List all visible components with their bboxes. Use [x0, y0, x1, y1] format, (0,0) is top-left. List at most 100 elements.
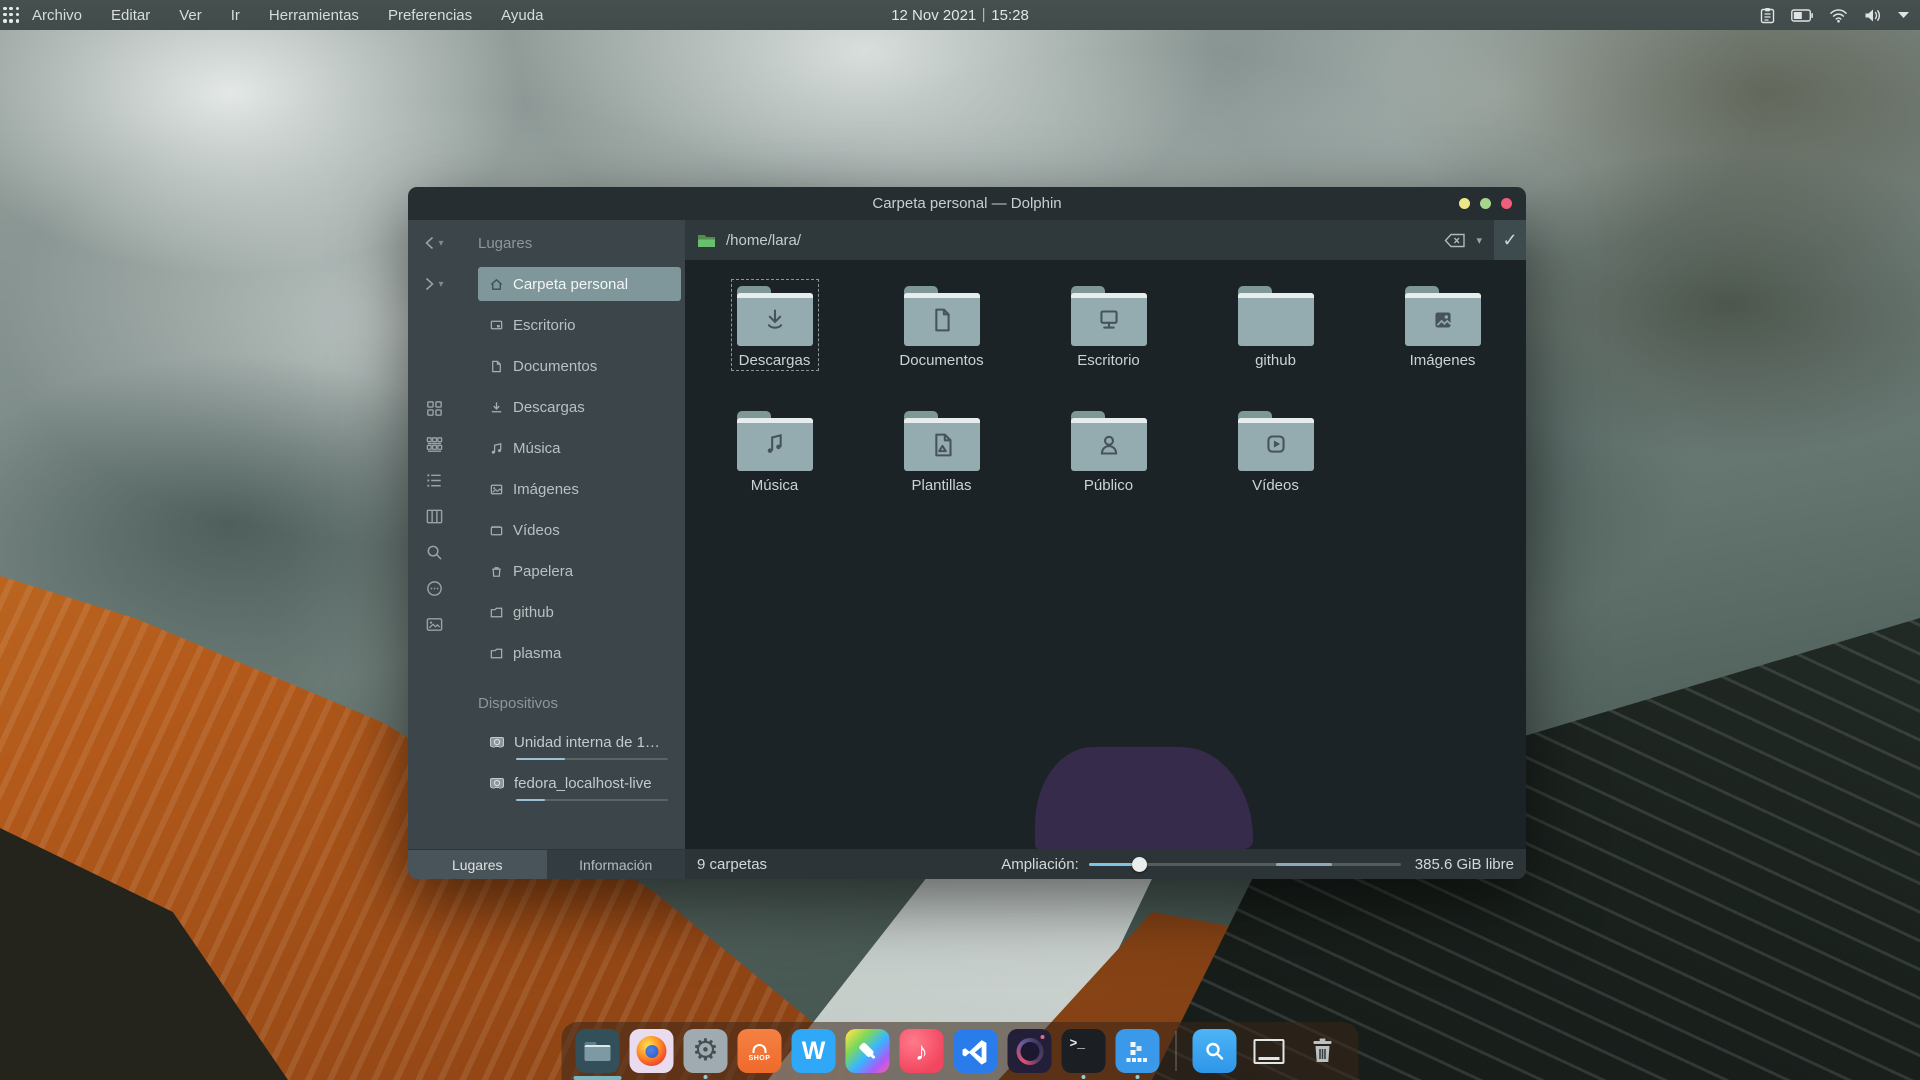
zoom-slider[interactable] [1089, 856, 1401, 872]
sidebar-item-descargas[interactable]: Descargas [478, 390, 681, 424]
sidebar-item-papelera[interactable]: Papelera [478, 554, 681, 588]
sidebar-device-internal-drive[interactable]: Unidad interna de 1… [478, 727, 681, 760]
back-history-icon[interactable]: ▾ [438, 238, 443, 249]
folder-descargas[interactable]: Descargas [691, 280, 858, 405]
dock-paint-roller-icon[interactable] [846, 1029, 890, 1073]
folder-musica[interactable]: Música [691, 405, 858, 530]
clipboard-icon[interactable] [1760, 7, 1775, 24]
clear-text-icon[interactable] [1444, 233, 1466, 248]
view-mode-toolbar [408, 398, 460, 634]
accept-location-button[interactable]: ✓ [1494, 220, 1526, 260]
folder-view[interactable]: Descargas Documentos [685, 260, 1526, 849]
statusbar: 9 carpetas Ampliación: 385.6 GiB libre [685, 849, 1526, 879]
music-note-glyph: ♪ [915, 1036, 928, 1067]
dock-display-icon[interactable] [1247, 1029, 1291, 1073]
folder-documentos[interactable]: Documentos [858, 280, 1025, 405]
folder-label: Música [751, 477, 799, 494]
tab-lugares[interactable]: Lugares [408, 850, 547, 879]
menu-preferencias[interactable]: Preferencias [388, 7, 472, 24]
device-label: Unidad interna de 1… [514, 734, 660, 751]
folder-icon [1405, 286, 1481, 346]
folder-publico[interactable]: Público [1025, 405, 1192, 530]
folder-icon [904, 286, 980, 346]
minimize-button[interactable] [1459, 198, 1470, 209]
preview-icon[interactable] [424, 614, 444, 634]
sidebar-item-carpeta-personal[interactable]: Carpeta personal [478, 267, 681, 301]
sidebar-item-documentos[interactable]: Documentos [478, 349, 681, 383]
folder-plantillas[interactable]: Plantillas [858, 405, 1025, 530]
sidebar-device-fedora-live[interactable]: fedora_localhost-live [478, 768, 681, 801]
sidebar-item-videos[interactable]: Vídeos [478, 513, 681, 547]
folder-icon [904, 411, 980, 471]
clock[interactable]: 12 Nov 2021 15:28 [891, 7, 1029, 24]
folder-videos[interactable]: Vídeos [1192, 405, 1359, 530]
menu-editar[interactable]: Editar [111, 7, 150, 24]
clock-separator [983, 8, 984, 22]
dock-app-store-icon[interactable]: SHOP [738, 1029, 782, 1073]
dock-terminal-icon[interactable]: >_ [1062, 1029, 1106, 1073]
folder-github[interactable]: github [1192, 280, 1359, 405]
device-usage-track [516, 799, 668, 801]
menu-archivo[interactable]: Archivo [32, 7, 82, 24]
dock-fedora-media-writer-icon[interactable] [1116, 1029, 1160, 1073]
maximize-button[interactable] [1480, 198, 1491, 209]
folder-label: Descargas [739, 352, 811, 369]
menu-ir[interactable]: Ir [231, 7, 240, 24]
dock-firefox-icon[interactable] [630, 1029, 674, 1073]
sidebar-item-label: Vídeos [513, 522, 560, 539]
forward-history-icon[interactable]: ▾ [438, 279, 443, 290]
dock-photo-lens-icon[interactable] [1008, 1029, 1052, 1073]
chevron-down-icon[interactable] [1897, 11, 1910, 19]
battery-icon[interactable] [1791, 9, 1813, 22]
sidebar-item-imagenes[interactable]: Imágenes [478, 472, 681, 506]
back-button[interactable]: ▾ [408, 226, 460, 260]
window-titlebar[interactable]: Carpeta personal — Dolphin [408, 187, 1526, 220]
sidebar-item-label: Documentos [513, 358, 597, 375]
dock-trash-icon[interactable] [1301, 1029, 1345, 1073]
dock-separator [1176, 1031, 1177, 1071]
desktop: Archivo Editar Ver Ir Herramientas Prefe… [0, 0, 1920, 1080]
sidebar-item-github[interactable]: github [478, 595, 681, 629]
app-launcher-icon[interactable] [3, 7, 20, 24]
zoom-slider-handle[interactable] [1132, 857, 1147, 872]
dock-vscode-icon[interactable] [954, 1029, 998, 1073]
sidebar-item-musica[interactable]: Música [478, 431, 681, 465]
sidebar-item-label: plasma [513, 645, 561, 662]
tab-informacion[interactable]: Información [547, 850, 686, 879]
compact-view-icon[interactable] [424, 434, 444, 454]
folder-escritorio[interactable]: Escritorio [1025, 280, 1192, 405]
menu-ver[interactable]: Ver [179, 7, 202, 24]
icons-view-icon[interactable] [424, 398, 444, 418]
location-dropdown-icon[interactable]: ▾ [1476, 234, 1482, 247]
menu-ayuda[interactable]: Ayuda [501, 7, 543, 24]
folder-imagenes[interactable]: Imágenes [1359, 280, 1526, 405]
details-view-icon[interactable] [424, 470, 444, 490]
dock-search-icon[interactable] [1193, 1029, 1237, 1073]
desktop-icon [489, 318, 504, 333]
close-button[interactable] [1501, 198, 1512, 209]
dock-w-office-icon[interactable]: W [792, 1029, 836, 1073]
folder-label: Imágenes [1410, 352, 1476, 369]
sidebar-item-escritorio[interactable]: Escritorio [478, 308, 681, 342]
dock-settings-gear-icon[interactable]: ⚙ [684, 1029, 728, 1073]
dock-file-manager-icon[interactable] [576, 1029, 620, 1073]
desktop-emblem-icon [1092, 303, 1126, 337]
forward-button[interactable]: ▾ [408, 267, 460, 301]
location-input[interactable]: /home/lara/ [726, 232, 801, 249]
folder-icon [737, 411, 813, 471]
home-icon [489, 277, 504, 292]
w-glyph: W [802, 1037, 826, 1066]
folder-icon [1238, 286, 1314, 346]
window-title: Carpeta personal — Dolphin [872, 195, 1061, 212]
clock-date: 12 Nov 2021 [891, 7, 976, 24]
search-icon[interactable] [424, 542, 444, 562]
dock-music-note-icon[interactable]: ♪ [900, 1029, 944, 1073]
menu-herramientas[interactable]: Herramientas [269, 7, 359, 24]
download-emblem-icon [758, 303, 792, 337]
sidebar-item-plasma[interactable]: plasma [478, 636, 681, 670]
volume-icon[interactable] [1864, 8, 1881, 23]
folder-grid: Descargas Documentos [691, 280, 1526, 530]
split-view-icon[interactable] [424, 506, 444, 526]
filter-icon[interactable] [424, 578, 444, 598]
wifi-icon[interactable] [1829, 8, 1848, 23]
